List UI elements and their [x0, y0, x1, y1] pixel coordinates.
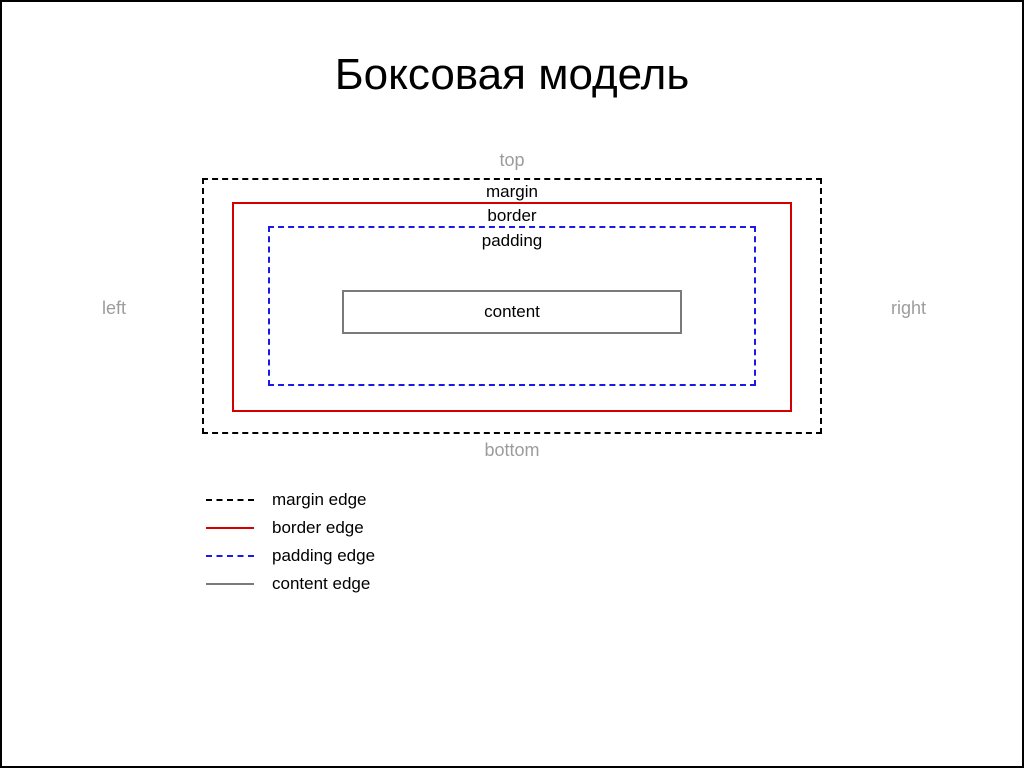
- side-label-right: right: [891, 298, 926, 319]
- margin-caption: margin: [484, 182, 540, 202]
- side-label-bottom: bottom: [484, 440, 539, 461]
- side-label-left: left: [102, 298, 126, 319]
- legend-swatch-border-icon: [206, 527, 254, 529]
- page-title: Боксовая модель: [2, 50, 1022, 100]
- content-box: content: [342, 290, 682, 334]
- legend-label-padding: padding edge: [272, 546, 375, 566]
- side-label-top: top: [499, 150, 524, 171]
- box-model-stage: top right bottom left margin border padd…: [162, 150, 862, 460]
- legend-swatch-margin-icon: [206, 499, 254, 501]
- legend-swatch-padding-icon: [206, 555, 254, 557]
- legend: margin edge border edge padding edge con…: [206, 486, 862, 598]
- legend-label-margin: margin edge: [272, 490, 367, 510]
- padding-caption: padding: [480, 231, 545, 251]
- legend-label-content: content edge: [272, 574, 370, 594]
- legend-row-margin: margin edge: [206, 486, 862, 514]
- border-caption: border: [485, 206, 538, 226]
- legend-swatch-content-icon: [206, 583, 254, 585]
- legend-row-content: content edge: [206, 570, 862, 598]
- legend-row-border: border edge: [206, 514, 862, 542]
- legend-row-padding: padding edge: [206, 542, 862, 570]
- box-model-figure: top right bottom left margin border padd…: [162, 150, 862, 598]
- content-caption: content: [344, 292, 680, 332]
- legend-label-border: border edge: [272, 518, 364, 538]
